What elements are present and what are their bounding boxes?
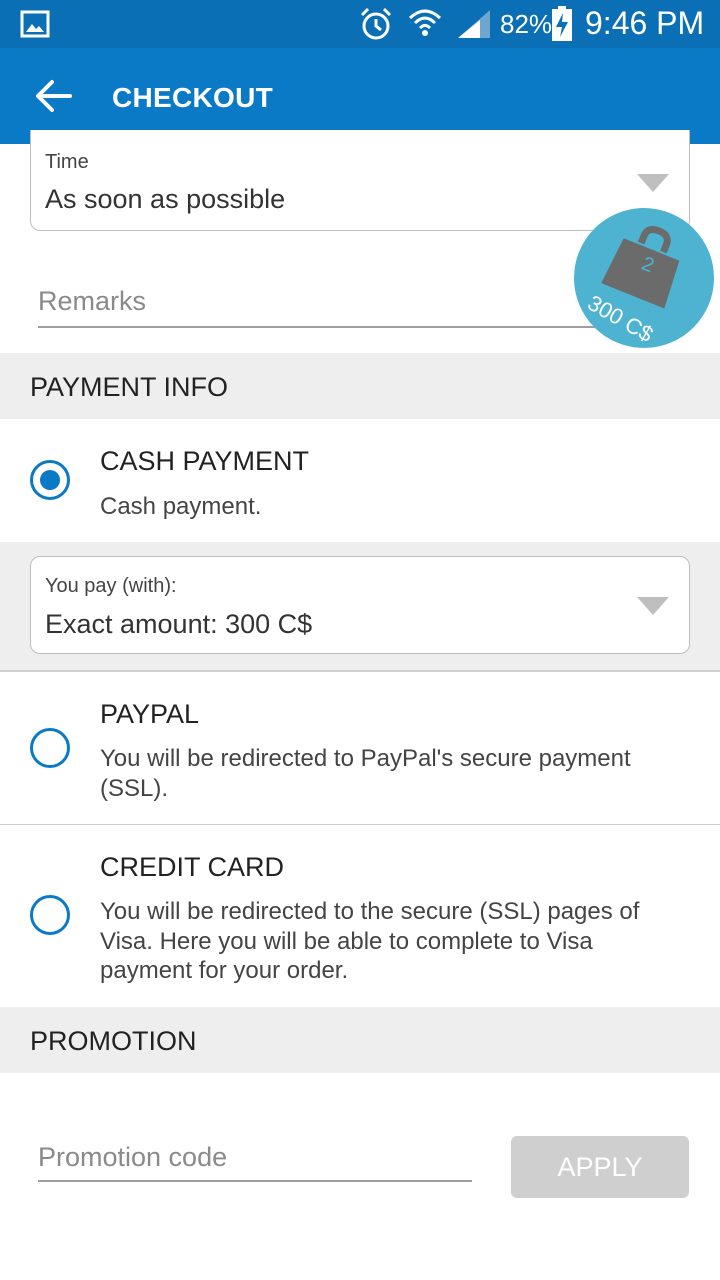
status-bar: 82% 9:46 PM: [0, 0, 720, 48]
time-value: As soon as possible: [45, 184, 286, 214]
paypal-option-description: You will be redirected to PayPal's secur…: [100, 745, 631, 802]
battery-percent: 82%: [500, 9, 553, 39]
payment-info-section: PAYMENT INFO: [0, 353, 720, 419]
promotion-code-placeholder: Promotion code: [38, 1142, 228, 1172]
payment-option-credit-card[interactable]: CREDIT CARD You will be redirected to th…: [0, 825, 720, 1007]
you-pay-section: You pay (with): Exact amount: 300 C$: [0, 542, 720, 672]
clock: 9:46 PM: [585, 5, 705, 41]
time-label: Time: [45, 151, 89, 173]
cash-option-description: Cash payment.: [100, 493, 262, 520]
payment-option-cash[interactable]: CASH PAYMENT Cash payment.: [0, 419, 720, 542]
you-pay-select[interactable]: You pay (with): Exact amount: 300 C$: [30, 556, 690, 654]
dropdown-arrow-icon: [637, 174, 669, 192]
you-pay-value: Exact amount: 300 C$: [45, 609, 313, 639]
alarm-icon: [360, 7, 392, 40]
signal-icon: [458, 10, 490, 38]
paypal-radio[interactable]: [30, 728, 70, 768]
remarks-placeholder: Remarks: [38, 286, 147, 316]
page-title: CHECKOUT: [112, 82, 274, 113]
wifi-icon: [408, 9, 442, 36]
promotion-code-input[interactable]: Promotion code: [38, 1136, 472, 1182]
credit-card-radio[interactable]: [30, 895, 70, 935]
cash-radio[interactable]: [30, 460, 70, 500]
paypal-option-name: PAYPAL: [100, 699, 200, 729]
arrow-back-icon[interactable]: [34, 76, 74, 116]
dropdown-arrow-icon: [637, 597, 669, 615]
gallery-icon: [20, 10, 50, 38]
cash-option-name: CASH PAYMENT: [100, 446, 310, 476]
remarks-input[interactable]: Remarks: [38, 282, 598, 328]
payment-option-paypal[interactable]: PAYPAL You will be redirected to PayPal'…: [0, 672, 720, 824]
credit-card-option-description: You will be redirected to the secure (SS…: [100, 898, 640, 984]
battery-charging-icon: [552, 6, 572, 41]
credit-card-option-name: CREDIT CARD: [100, 852, 285, 882]
promotion-section: PROMOTION: [0, 1007, 720, 1073]
you-pay-label: You pay (with):: [45, 575, 177, 597]
promotion-header: PROMOTION: [30, 1026, 197, 1056]
apply-button[interactable]: APPLY: [511, 1136, 689, 1198]
payment-info-header: PAYMENT INFO: [30, 372, 229, 402]
